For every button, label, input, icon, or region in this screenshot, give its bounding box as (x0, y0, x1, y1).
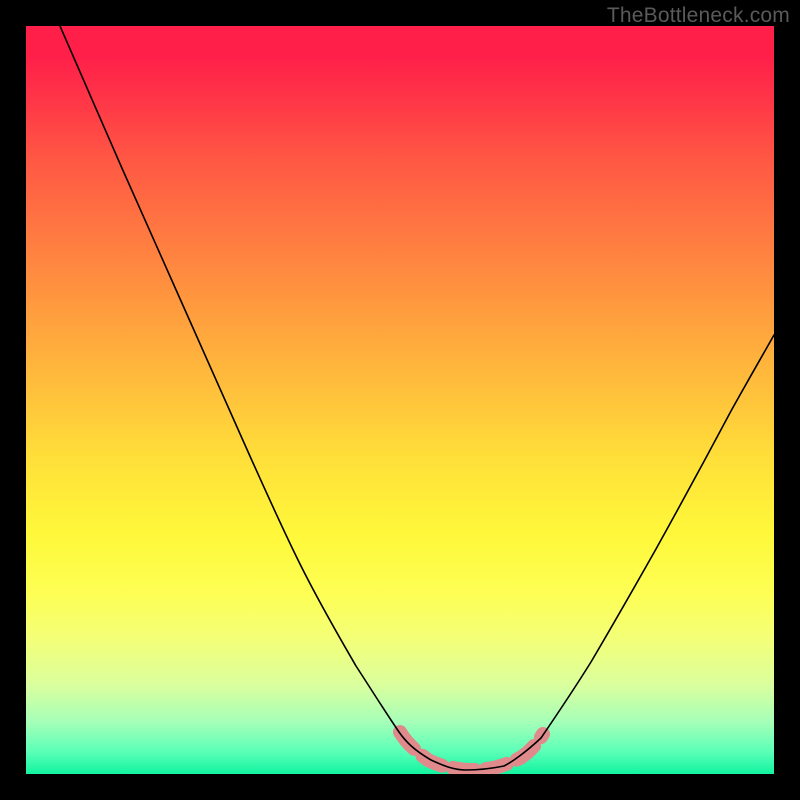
curve-svg (26, 26, 774, 774)
chart-frame: TheBottleneck.com (0, 0, 800, 800)
main-curve (60, 26, 774, 770)
plot-area (26, 26, 774, 774)
pink-dashed-segment (400, 732, 543, 770)
attribution-text: TheBottleneck.com (607, 4, 790, 28)
